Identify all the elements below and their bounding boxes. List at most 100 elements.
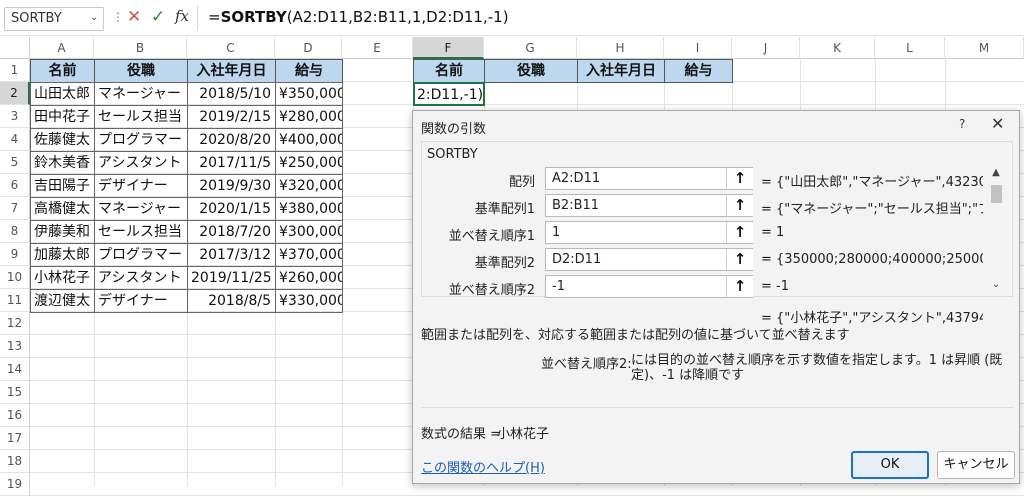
row-header-11[interactable]: 11 [0, 289, 30, 312]
name-box[interactable]: SORTBY [4, 7, 104, 31]
table-cell[interactable]: セールス担当 [94, 220, 188, 244]
output-header-cell[interactable]: 役職 [484, 59, 578, 83]
scroll-down-icon[interactable]: ⌄ [988, 279, 1004, 290]
table-header-cell[interactable]: 給与 [275, 59, 343, 83]
collapse-dialog-icon[interactable]: ↑ [726, 276, 753, 297]
argument-input[interactable]: 1 [545, 221, 753, 244]
cancel-entry-icon[interactable]: ✕ [127, 7, 141, 27]
row-header-7[interactable]: 7 [0, 197, 30, 220]
table-cell[interactable]: ¥280,000 [275, 105, 343, 129]
table-cell[interactable]: ¥260,000 [275, 266, 343, 290]
table-cell[interactable]: 田中花子 [30, 105, 95, 129]
insert-function-icon[interactable]: fx [175, 7, 189, 25]
table-cell[interactable]: 2020/8/20 [187, 128, 276, 152]
table-cell[interactable]: 伊藤美和 [30, 220, 95, 244]
table-cell[interactable]: 鈴木美香 [30, 151, 95, 175]
column-header-A[interactable]: A [30, 37, 94, 59]
table-cell[interactable]: ¥330,000 [275, 289, 343, 313]
row-header-5[interactable]: 5 [0, 151, 30, 174]
scroll-up-icon[interactable]: ▲ [988, 167, 1004, 178]
collapse-dialog-icon[interactable]: ↑ [726, 195, 753, 216]
column-header-H[interactable]: H [577, 37, 664, 59]
table-cell[interactable]: プログラマー [94, 243, 188, 267]
table-header-cell[interactable]: 入社年月日 [187, 59, 276, 83]
row-header-17[interactable]: 17 [0, 427, 30, 450]
table-cell[interactable]: セールス担当 [94, 105, 188, 129]
argument-input[interactable]: B2:B11 [545, 194, 753, 217]
argument-input[interactable]: A2:D11 [545, 167, 753, 190]
table-cell[interactable]: 加藤太郎 [30, 243, 95, 267]
table-cell[interactable]: プログラマー [94, 128, 188, 152]
table-cell[interactable]: ¥250,000 [275, 151, 343, 175]
table-header-cell[interactable]: 名前 [30, 59, 95, 83]
table-cell[interactable]: デザイナー [94, 174, 188, 198]
select-all-corner[interactable] [0, 37, 30, 59]
column-header-M[interactable]: M [945, 37, 1024, 59]
row-header-15[interactable]: 15 [0, 381, 30, 404]
output-header-cell[interactable]: 入社年月日 [577, 59, 665, 83]
table-cell[interactable]: 小林花子 [30, 266, 95, 290]
column-header-C[interactable]: C [187, 37, 275, 59]
arguments-scrollbar[interactable]: ▲ ⌄ [988, 167, 1004, 293]
output-header-cell[interactable]: 名前 [413, 59, 485, 83]
table-cell[interactable]: 2019/9/30 [187, 174, 276, 198]
row-header-4[interactable]: 4 [0, 128, 30, 151]
collapse-dialog-icon[interactable]: ↑ [726, 222, 753, 243]
table-cell[interactable]: デザイナー [94, 289, 188, 313]
row-header-12[interactable]: 12 [0, 312, 30, 335]
column-header-J[interactable]: J [732, 37, 800, 59]
scroll-thumb[interactable] [991, 185, 1002, 203]
column-header-E[interactable]: E [342, 37, 413, 59]
table-cell[interactable]: 佐藤健太 [30, 128, 95, 152]
table-cell[interactable]: 2020/1/15 [187, 197, 276, 221]
row-header-8[interactable]: 8 [0, 220, 30, 243]
row-header-18[interactable]: 18 [0, 450, 30, 473]
table-cell[interactable]: 2018/8/5 [187, 289, 276, 313]
column-header-B[interactable]: B [94, 37, 187, 59]
row-header-14[interactable]: 14 [0, 358, 30, 381]
column-header-L[interactable]: L [875, 37, 945, 59]
row-header-19[interactable]: 19 [0, 473, 30, 496]
table-cell[interactable]: ¥350,000 [275, 82, 343, 106]
row-header-10[interactable]: 10 [0, 266, 30, 289]
table-cell[interactable]: マネージャー [94, 197, 188, 221]
active-cell[interactable]: 2:D11,-1) [413, 82, 485, 106]
close-icon[interactable]: ✕ [991, 114, 1004, 133]
table-header-cell[interactable]: 役職 [94, 59, 188, 83]
table-cell[interactable]: 山田太郎 [30, 82, 95, 106]
row-header-9[interactable]: 9 [0, 243, 30, 266]
table-cell[interactable]: ¥380,000 [275, 197, 343, 221]
row-header-13[interactable]: 13 [0, 335, 30, 358]
row-header-3[interactable]: 3 [0, 105, 30, 128]
column-header-G[interactable]: G [484, 37, 577, 59]
enter-entry-icon[interactable]: ✓ [151, 7, 165, 27]
table-cell[interactable]: 2018/7/20 [187, 220, 276, 244]
row-header-6[interactable]: 6 [0, 174, 30, 197]
row-header-16[interactable]: 16 [0, 404, 30, 427]
table-cell[interactable]: ¥370,000 [275, 243, 343, 267]
table-cell[interactable]: ¥300,000 [275, 220, 343, 244]
table-cell[interactable]: 2019/11/25 [187, 266, 276, 290]
table-cell[interactable]: 2019/2/15 [187, 105, 276, 129]
collapse-dialog-icon[interactable]: ↑ [726, 249, 753, 270]
table-cell[interactable]: アシスタント [94, 151, 188, 175]
table-cell[interactable]: 2017/3/12 [187, 243, 276, 267]
help-icon[interactable]: ? [959, 117, 965, 131]
table-cell[interactable]: 吉田陽子 [30, 174, 95, 198]
collapse-dialog-icon[interactable]: ↑ [726, 168, 753, 189]
column-header-K[interactable]: K [800, 37, 875, 59]
column-header-D[interactable]: D [275, 37, 342, 59]
table-cell[interactable]: 高橋健太 [30, 197, 95, 221]
table-cell[interactable]: 渡辺健太 [30, 289, 95, 313]
argument-input[interactable]: -1 [545, 275, 753, 298]
table-cell[interactable]: 2017/11/5 [187, 151, 276, 175]
output-header-cell[interactable]: 給与 [664, 59, 733, 83]
chevron-down-icon[interactable]: ⌄ [90, 12, 98, 23]
cancel-button[interactable]: キャンセル [937, 451, 1015, 479]
argument-input[interactable]: D2:D11 [545, 248, 753, 271]
column-header-F[interactable]: F [413, 37, 484, 59]
table-cell[interactable]: マネージャー [94, 82, 188, 106]
function-help-link[interactable]: この関数のヘルプ(H) [421, 457, 545, 476]
column-header-I[interactable]: I [664, 37, 732, 59]
table-cell[interactable]: ¥320,000 [275, 174, 343, 198]
